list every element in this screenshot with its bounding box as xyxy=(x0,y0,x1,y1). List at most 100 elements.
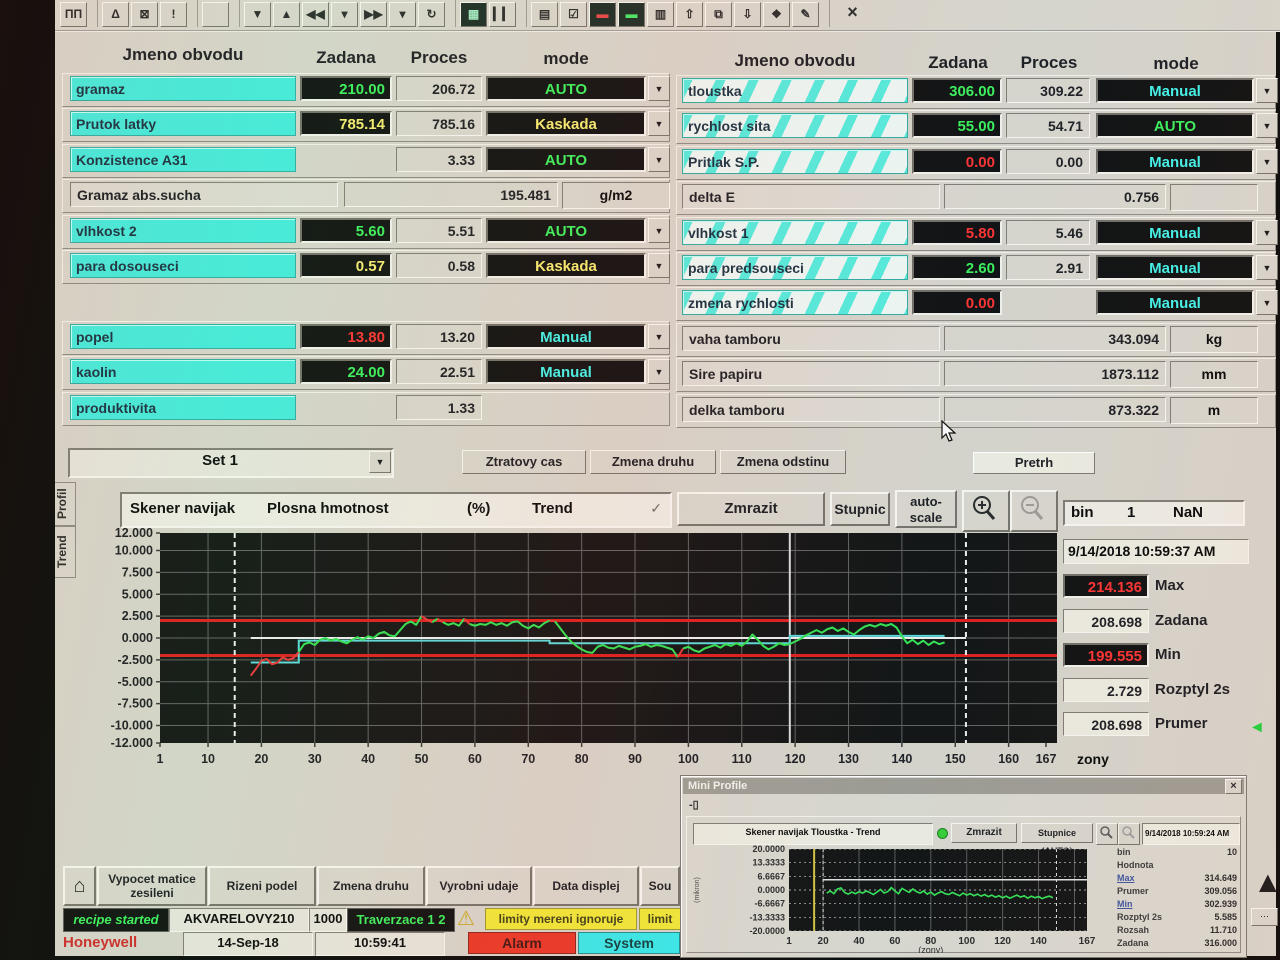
mode-dropdown-arrow-icon[interactable]: ▼ xyxy=(1256,149,1278,174)
mode-select[interactable]: Manual xyxy=(486,359,646,384)
refresh-icon[interactable]: ↻ xyxy=(418,2,445,27)
mini-zoom-in-button[interactable] xyxy=(1096,823,1118,845)
system-button[interactable]: System xyxy=(578,932,680,954)
mode-select[interactable]: Manual xyxy=(1096,78,1254,103)
zadana-display[interactable]: 24.00 xyxy=(300,359,392,384)
circuit-name[interactable]: gramaz xyxy=(70,76,296,101)
bottom-menu-vyrobni-udaje[interactable]: Vyrobni udaje xyxy=(426,866,532,906)
printer-icon[interactable]: ▤ xyxy=(531,2,558,27)
bell-cancel-icon[interactable]: ⊠ xyxy=(131,2,158,27)
mini-zmrazit-button[interactable]: Zmrazit xyxy=(951,823,1017,843)
report-icon[interactable]: ✎ xyxy=(792,2,819,27)
more-button[interactable]: ··· xyxy=(1251,908,1278,926)
zadana-display[interactable]: 13.80 xyxy=(300,324,392,349)
bottom-menu-data-displej[interactable]: Data displej xyxy=(533,866,639,906)
mini-profile-close-icon[interactable]: × xyxy=(1225,779,1242,794)
circuit-name[interactable]: para dosouseci xyxy=(70,253,296,278)
circuit-name[interactable]: para predsouseci xyxy=(682,255,908,280)
checklist-icon[interactable]: ☑ xyxy=(560,2,587,27)
mode-select[interactable]: Kaskada xyxy=(486,253,646,278)
circuit-name[interactable]: tloustka xyxy=(682,78,908,103)
page-forward-button[interactable]: ▶▶ xyxy=(360,2,387,27)
mode-dropdown-arrow-icon[interactable]: ▼ xyxy=(648,147,670,172)
mode-dropdown-arrow-icon[interactable]: ▼ xyxy=(1256,290,1278,315)
forward-dropdown-button[interactable]: ▾ xyxy=(389,2,416,27)
bar-columns-icon[interactable]: ▎▎ xyxy=(489,2,516,27)
bottom-menu-sou[interactable]: Sou xyxy=(640,866,680,906)
alarm-button[interactable]: Alarm xyxy=(468,932,576,954)
ztratovy-cas-button[interactable]: Ztratovy cas xyxy=(462,450,586,474)
mode-select[interactable]: Manual xyxy=(1096,255,1254,280)
close-icon[interactable]: × xyxy=(839,2,866,27)
page-back-button[interactable]: ◀◀ xyxy=(302,2,329,27)
mode-select[interactable]: Manual xyxy=(486,324,646,349)
set-select-arrow-icon[interactable]: ▼ xyxy=(369,451,391,473)
mode-dropdown-arrow-icon[interactable]: ▼ xyxy=(1256,113,1278,138)
mini-profile-titlebar[interactable]: Mini Profile × xyxy=(683,778,1244,794)
mode-select[interactable]: AUTO xyxy=(486,147,646,172)
pretrh-button[interactable]: Pretrh xyxy=(973,452,1095,474)
mode-select[interactable]: Manual xyxy=(1096,149,1254,174)
palette-icon[interactable]: ❖ xyxy=(763,2,790,27)
zadana-display[interactable]: 306.00 xyxy=(912,78,1002,103)
circuit-name[interactable]: popel xyxy=(70,324,296,349)
bell-icon[interactable]: Δ xyxy=(102,2,129,27)
bottom-menu-rizeni-podel[interactable]: Rizeni podel xyxy=(208,866,316,906)
circuit-name[interactable]: Konzistence A31 xyxy=(70,147,296,172)
pin-icon[interactable]: -▯ xyxy=(689,798,699,811)
circuit-name[interactable]: rychlost sita xyxy=(682,113,908,138)
bottom-menu-vypocet-matice-zesileni[interactable]: Vypocet matice zesileni xyxy=(97,866,207,906)
auto-scale-button[interactable]: auto-scale xyxy=(895,490,957,528)
mode-select[interactable]: Kaskada xyxy=(486,111,646,136)
mode-select[interactable]: Manual xyxy=(1096,220,1254,245)
circuit-name[interactable]: Pritlak S.P. xyxy=(682,149,908,174)
back-dropdown-button[interactable]: ▾ xyxy=(331,2,358,27)
zadana-display[interactable]: 0.57 xyxy=(300,253,392,278)
arrow-down-button[interactable]: ▼ xyxy=(244,2,271,27)
home-button[interactable]: ⌂ xyxy=(63,866,96,906)
zadana-display[interactable]: 0.00 xyxy=(912,290,1002,315)
set-select[interactable]: Set 1 ▼ xyxy=(68,448,394,478)
circuit-name[interactable]: vlhkost 1 xyxy=(682,220,908,245)
mode-dropdown-arrow-icon[interactable]: ▼ xyxy=(1256,220,1278,245)
trend-chart-icon[interactable]: ▬ xyxy=(618,2,645,27)
mode-select[interactable]: AUTO xyxy=(486,218,646,243)
mode-dropdown-arrow-icon[interactable]: ▼ xyxy=(648,76,670,101)
zadana-display[interactable]: 210.00 xyxy=(300,76,392,101)
circuit-name[interactable]: kaolin xyxy=(70,359,296,384)
zmrazit-button[interactable]: Zmrazit xyxy=(677,492,825,526)
circuit-name[interactable]: Prutok latky xyxy=(70,111,296,136)
scanner-copy-icon[interactable]: ⧉ xyxy=(705,2,732,27)
zadana-display[interactable]: 55.00 xyxy=(912,113,1002,138)
mode-dropdown-arrow-icon[interactable]: ▼ xyxy=(648,359,670,384)
scanner-down-icon[interactable]: ⇩ xyxy=(734,2,761,27)
circuit-name[interactable]: produktivita xyxy=(70,395,296,420)
bottom-menu-zmena-druhu[interactable]: Zmena druhu xyxy=(317,866,425,906)
mode-dropdown-arrow-icon[interactable]: ▼ xyxy=(648,253,670,278)
mode-dropdown-arrow-icon[interactable]: ▼ xyxy=(648,111,670,136)
zadana-display[interactable]: 0.00 xyxy=(912,149,1002,174)
mode-dropdown-arrow-icon[interactable]: ▼ xyxy=(648,324,670,349)
arrow-up-button[interactable]: ▲ xyxy=(273,2,300,27)
tab-trend[interactable]: Trend xyxy=(55,526,76,578)
mode-select[interactable]: AUTO xyxy=(486,76,646,101)
mini-zoom-out-button[interactable] xyxy=(1118,823,1140,845)
zoom-in-button[interactable] xyxy=(962,490,1010,532)
mode-select[interactable]: AUTO xyxy=(1096,113,1254,138)
mode-dropdown-arrow-icon[interactable]: ▼ xyxy=(648,218,670,243)
zadana-display[interactable]: 5.60 xyxy=(300,218,392,243)
mode-select[interactable]: Manual xyxy=(1096,290,1254,315)
restore-icon[interactable]: ΠΠ xyxy=(60,2,87,27)
mode-dropdown-arrow-icon[interactable]: ▼ xyxy=(1256,78,1278,103)
tab-profil[interactable]: Profil xyxy=(55,482,76,526)
mode-dropdown-arrow-icon[interactable]: ▼ xyxy=(1256,255,1278,280)
zadana-display[interactable]: 2.60 xyxy=(912,255,1002,280)
circuit-name[interactable]: vlhkost 2 xyxy=(70,218,296,243)
zoom-out-button[interactable] xyxy=(1010,490,1058,532)
trend-display-icon[interactable]: ▦ xyxy=(460,2,487,27)
note-alert-icon[interactable]: ! xyxy=(160,2,187,27)
zmena-odstinu-button[interactable]: Zmena odstinu xyxy=(720,450,846,474)
zadana-display[interactable]: 5.80 xyxy=(912,220,1002,245)
scanner-up-icon[interactable]: ⇧ xyxy=(676,2,703,27)
mini-stupnice-button[interactable]: Stupnice (AUTO) xyxy=(1021,823,1093,843)
